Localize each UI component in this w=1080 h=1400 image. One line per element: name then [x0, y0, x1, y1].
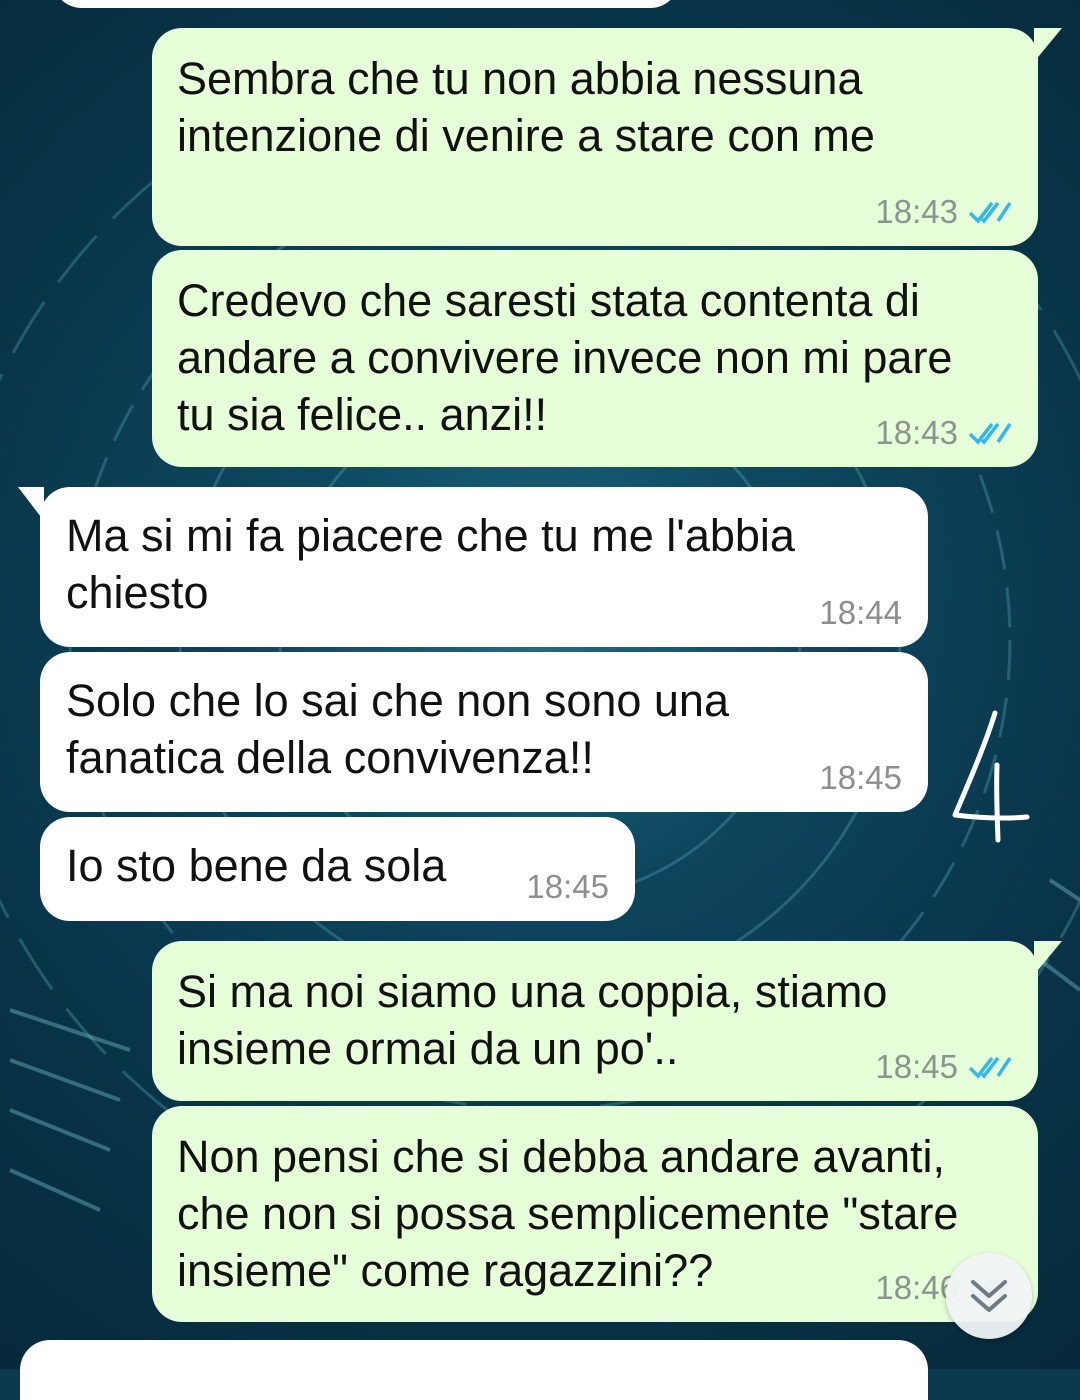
chevron-double-down-icon — [971, 1280, 1007, 1312]
message-outgoing[interactable]: Si ma noi siamo una coppia, stiamo insie… — [152, 941, 1062, 1101]
bubble-tail — [1034, 941, 1062, 975]
message-text: Si ma noi siamo una coppia, stiamo insie… — [177, 966, 888, 1074]
message-text: Solo che lo sai che non sono una fanatic… — [66, 675, 729, 783]
scroll-to-bottom-button[interactable] — [946, 1253, 1032, 1339]
message-meta: 18:45 — [875, 1049, 1012, 1085]
message-text: Non pensi che si debba andare avanti, ch… — [177, 1131, 959, 1296]
message-time: 18:44 — [819, 594, 902, 631]
message-meta: 18:44 — [819, 595, 902, 631]
message-incoming[interactable]: Ma si mi fa piacere che tu me l'abbia ch… — [18, 487, 928, 647]
handwritten-annotation: 4 — [945, 705, 1030, 843]
message-meta: 18:43 — [875, 415, 1012, 451]
message-outgoing[interactable]: Credevo che saresti stata contenta di an… — [152, 250, 1038, 467]
double-check-icon — [968, 1056, 1012, 1079]
message-text: Ma si mi fa piacere che tu me l'abbia ch… — [66, 510, 795, 618]
message-meta: 18:43 — [875, 194, 1012, 230]
message-incoming[interactable]: Solo che lo sai che non sono una fanatic… — [40, 652, 928, 812]
double-check-icon — [968, 422, 1012, 445]
message-time: 18:45 — [526, 868, 609, 905]
message-text: Credevo che saresti stata contenta di an… — [177, 275, 953, 440]
annotation-text: 4 — [945, 705, 946, 706]
message-meta: 18:45 — [526, 869, 609, 905]
message-outgoing[interactable]: Non pensi che si debba andare avanti, ch… — [152, 1106, 1038, 1322]
bubble-tail — [18, 487, 44, 521]
bubble-tail — [1034, 28, 1062, 62]
message-time: 18:45 — [875, 1048, 958, 1085]
message-incoming[interactable]: Io sto bene da sola 18:45 — [40, 817, 635, 921]
message-time: 18:43 — [875, 193, 958, 230]
message-text: Io sto bene da sola — [66, 840, 447, 891]
double-check-icon — [968, 201, 1012, 224]
message-meta: 18:45 — [819, 760, 902, 796]
message-time: 18:45 — [819, 759, 902, 796]
message-time: 18:43 — [875, 414, 958, 451]
message-text: Sembra che tu non abbia nessuna intenzio… — [177, 53, 875, 161]
previous-message-bubble[interactable] — [52, 0, 680, 8]
next-message-bubble[interactable] — [20, 1340, 928, 1400]
message-outgoing[interactable]: Sembra che tu non abbia nessuna intenzio… — [152, 28, 1062, 246]
